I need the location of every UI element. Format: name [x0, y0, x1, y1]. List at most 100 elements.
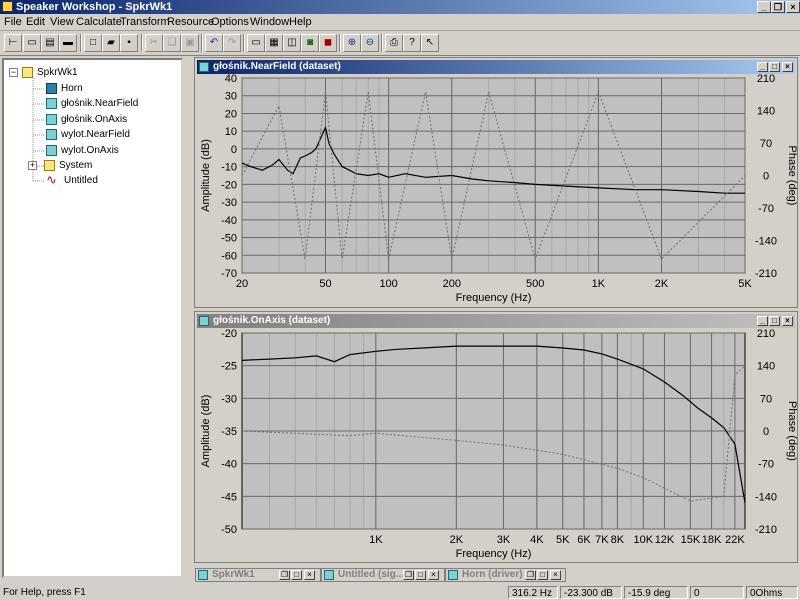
- close-icon[interactable]: ×: [304, 570, 315, 580]
- measure-icon[interactable]: ◙: [301, 34, 319, 52]
- tree-item-wylot-onaxis[interactable]: wylot.OnAxis: [46, 144, 119, 158]
- tree-item-system[interactable]: + System: [28, 159, 92, 173]
- status-impedance: 0Ohms: [746, 586, 798, 599]
- tree-item-glosnik-nearfield[interactable]: głośnik.NearField: [46, 97, 138, 111]
- minimized-window-untitled[interactable]: Untitled (sig... ❐ □ ×: [321, 568, 445, 582]
- resource-tree: − SpkrWk1 Horn głośnik.NearField głośnik.…: [2, 58, 183, 578]
- menu-options[interactable]: Options: [211, 14, 249, 30]
- cut-icon[interactable]: ✂: [145, 34, 163, 52]
- tree-root[interactable]: − SpkrWk1: [9, 66, 78, 80]
- print-icon[interactable]: ⎙: [385, 34, 403, 52]
- window-onaxis-title: głośnik.OnAxis (dataset): [213, 315, 331, 326]
- tree-item-label: wylot.NearField: [61, 129, 130, 140]
- window-onaxis-titlebar: głośnik.OnAxis (dataset) _ □ ×: [197, 314, 795, 328]
- menu-transform[interactable]: Transform: [120, 14, 170, 30]
- menu-resource[interactable]: Resource: [167, 14, 214, 30]
- toolbar-separator: [339, 34, 341, 52]
- minimized-window-label: SpkrWk1: [212, 569, 255, 580]
- expand-icon[interactable]: +: [28, 160, 37, 170]
- copy-icon[interactable]: ❏: [163, 34, 181, 52]
- record-icon[interactable]: ◼: [319, 34, 337, 52]
- undo-icon[interactable]: ↶: [205, 34, 223, 52]
- menu-help[interactable]: Help: [289, 14, 312, 30]
- open-folder-icon[interactable]: ▰: [102, 34, 120, 52]
- maximize-icon[interactable]: □: [415, 570, 426, 580]
- window-icon[interactable]: ▦: [265, 34, 283, 52]
- status-bar: For Help, press F1 316.2 Hz -23.300 dB -…: [0, 585, 800, 600]
- tree-item-untitled[interactable]: ∿ Untitled: [46, 171, 98, 188]
- new-file-icon[interactable]: □: [84, 34, 102, 52]
- tree-item-wylot-nearfield[interactable]: wylot.NearField: [46, 128, 130, 142]
- tree-item-label: Horn: [61, 83, 83, 94]
- window-onaxis: głośnik.OnAxis (dataset) _ □ ×: [194, 311, 798, 563]
- tree-item-label: wylot.OnAxis: [61, 145, 119, 156]
- close-icon[interactable]: ×: [428, 570, 439, 580]
- tree-item-label: głośnik.OnAxis: [61, 114, 128, 125]
- dataset-icon: [198, 570, 208, 580]
- toolbar-separator: [80, 34, 82, 52]
- minimize-icon[interactable]: _: [757, 62, 768, 72]
- menu-edit[interactable]: Edit: [26, 14, 45, 30]
- status-value: 0: [690, 586, 744, 599]
- menu-file[interactable]: File: [4, 14, 22, 30]
- details-icon[interactable]: ▬: [59, 34, 77, 52]
- minimized-window-label: Untitled (sig...: [338, 569, 405, 580]
- zoom-out-icon[interactable]: ⊖: [361, 34, 379, 52]
- minimize-icon[interactable]: _: [757, 316, 768, 326]
- minimized-window-horn[interactable]: Horn (driver) ❐ □ ×: [445, 568, 566, 582]
- list-icon[interactable]: ▤: [41, 34, 59, 52]
- tree-item-label: głośnik.NearField: [61, 98, 139, 109]
- maximize-icon[interactable]: □: [769, 62, 780, 72]
- close-icon[interactable]: ×: [782, 62, 793, 72]
- menu-window[interactable]: Window: [250, 14, 289, 30]
- window-nearfield-titlebar: głośnik.NearField (dataset) _ □ ×: [197, 60, 795, 74]
- close-icon[interactable]: ×: [550, 570, 561, 580]
- dataset-icon: [199, 316, 209, 326]
- dataset-icon: [46, 128, 57, 140]
- minimize-icon[interactable]: _: [757, 1, 771, 13]
- about-icon[interactable]: ?: [403, 34, 421, 52]
- toolbar-separator: [243, 34, 245, 52]
- restore-icon[interactable]: ❐: [525, 570, 536, 580]
- app-icon: [2, 1, 13, 12]
- tree-root-label: SpkrWk1: [37, 67, 78, 78]
- dataset-icon: [46, 113, 57, 125]
- toolbar-separator: [381, 34, 383, 52]
- small-icons-icon[interactable]: ▭: [23, 34, 41, 52]
- maximize-icon[interactable]: □: [291, 570, 302, 580]
- paste-icon[interactable]: ▣: [181, 34, 199, 52]
- window-nearfield-title: głośnik.NearField (dataset): [213, 61, 341, 72]
- restore-icon[interactable]: ❐: [403, 570, 414, 580]
- collapse-icon[interactable]: −: [9, 67, 18, 77]
- signal-wave-icon: ∿: [46, 171, 57, 187]
- redo-icon[interactable]: ↷: [223, 34, 241, 52]
- maximize-icon[interactable]: □: [537, 570, 548, 580]
- close-icon[interactable]: ×: [782, 316, 793, 326]
- status-help-text: For Help, press F1: [3, 587, 86, 598]
- dataset-icon: [46, 97, 57, 109]
- close-icon[interactable]: ×: [786, 1, 800, 13]
- menu-bar: File Edit View Calculate Transform Resou…: [0, 14, 800, 31]
- save-icon[interactable]: ▪: [120, 34, 138, 52]
- restore-icon[interactable]: ❐: [279, 570, 290, 580]
- toolbar-separator: [201, 34, 203, 52]
- toolbar-separator: [141, 34, 143, 52]
- tree-item-label: System: [59, 160, 93, 171]
- minimized-window-spkrwk1[interactable]: SpkrWk1 ❐ □ ×: [195, 568, 321, 582]
- status-phase: -15.9 deg: [624, 586, 688, 599]
- tree-item-label: Untitled: [64, 175, 98, 186]
- open-dataset-icon[interactable]: ▭: [247, 34, 265, 52]
- maximize-icon[interactable]: □: [769, 316, 780, 326]
- tree-item-horn[interactable]: Horn: [46, 82, 83, 96]
- app-title-bar: Speaker Workshop - SpkrWk1 _ ❐ ×: [0, 0, 800, 14]
- minimized-window-label: Horn (driver): [462, 569, 523, 580]
- menu-calculate[interactable]: Calculate: [76, 14, 122, 30]
- tree-view-icon[interactable]: ⊢: [4, 34, 22, 52]
- restore-icon[interactable]: ❐: [771, 1, 785, 13]
- tree-item-glosnik-onaxis[interactable]: głośnik.OnAxis: [46, 113, 127, 127]
- context-help-icon[interactable]: ↖: [421, 34, 439, 52]
- zoom-in-icon[interactable]: ⊕: [343, 34, 361, 52]
- speaker-icon: [46, 82, 57, 94]
- chart-icon[interactable]: ◫: [283, 34, 301, 52]
- menu-view[interactable]: View: [50, 14, 74, 30]
